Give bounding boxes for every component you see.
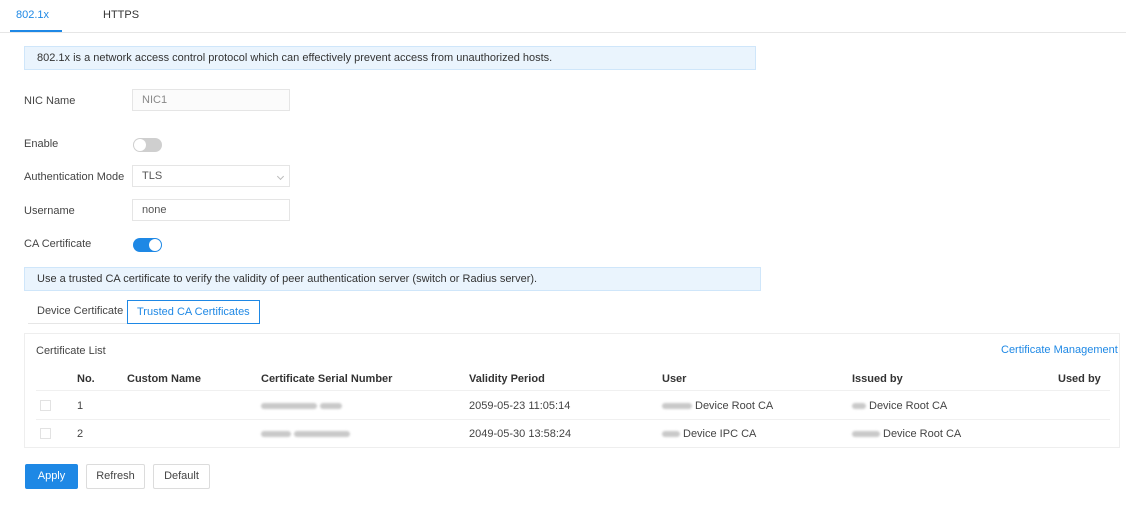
ca-info-text: Use a trusted CA certificate to verify t… — [37, 273, 538, 285]
cell-issued-by-text: Device Root CA — [883, 428, 962, 440]
default-button[interactable]: Default — [153, 464, 210, 489]
ca-info-banner: Use a trusted CA certificate to verify t… — [24, 267, 761, 291]
refresh-button[interactable]: Refresh — [86, 464, 145, 489]
enable-toggle[interactable] — [133, 138, 162, 152]
cell-serial-redacted — [261, 400, 345, 412]
chevron-down-icon — [276, 172, 285, 181]
username-label: Username — [24, 205, 75, 217]
subtab-trusted-ca-certificates[interactable]: Trusted CA Certificates — [127, 300, 260, 324]
ca-certificate-label: CA Certificate — [24, 238, 92, 250]
auth-mode-select[interactable]: TLS — [132, 165, 290, 187]
cell-no: 2 — [77, 428, 84, 440]
nic-name-label: NIC Name — [24, 95, 76, 107]
column-header-serial: Certificate Serial Number — [261, 373, 393, 385]
username-input[interactable]: none — [132, 199, 290, 221]
cell-validity: 2059-05-23 11:05:14 — [469, 400, 571, 412]
cell-serial-redacted — [261, 428, 353, 440]
certificate-management-link[interactable]: Certificate Management — [1001, 344, 1118, 356]
column-header-issued-by: Issued by — [852, 373, 903, 385]
cell-user-text: Device IPC CA — [683, 428, 757, 440]
enable-label: Enable — [24, 138, 59, 150]
column-header-no: No. — [77, 373, 95, 385]
tab-802-1x[interactable]: 802.1x — [16, 9, 49, 21]
cell-user: Device Root CA — [662, 400, 773, 412]
column-header-validity: Validity Period — [469, 373, 545, 385]
auth-mode-label: Authentication Mode — [24, 171, 125, 183]
cell-user: Device IPC CA — [662, 428, 756, 440]
toggle-knob — [134, 139, 146, 151]
row-divider — [36, 419, 1110, 420]
intro-info-banner: 802.1x is a network access control proto… — [24, 46, 756, 70]
auth-mode-value: TLS — [142, 170, 163, 182]
tab-https[interactable]: HTTPS — [103, 9, 139, 21]
column-header-used-by: Used by — [1058, 373, 1101, 385]
subtab-device-certificate[interactable]: Device Certificate — [28, 300, 133, 324]
intro-info-text: 802.1x is a network access control proto… — [37, 52, 553, 64]
column-header-user: User — [662, 373, 687, 385]
ca-certificate-toggle[interactable] — [133, 238, 162, 252]
cell-issued-by: Device Root CA — [852, 400, 947, 412]
row-checkbox[interactable] — [40, 428, 51, 439]
username-value: none — [142, 204, 167, 216]
certificate-list-title: Certificate List — [36, 345, 106, 357]
cell-issued-by-text: Device Root CA — [869, 400, 948, 412]
nic-name-field: NIC1 — [132, 89, 290, 111]
cell-issued-by: Device Root CA — [852, 428, 961, 440]
column-header-custom-name: Custom Name — [127, 373, 201, 385]
header-divider — [36, 390, 1110, 391]
toggle-knob — [149, 239, 161, 251]
nic-name-value: NIC1 — [142, 94, 168, 106]
apply-button[interactable]: Apply — [25, 464, 78, 489]
top-tab-bar: 802.1x HTTPS — [0, 0, 1126, 33]
cell-no: 1 — [77, 400, 84, 412]
cell-user-text: Device Root CA — [695, 400, 774, 412]
active-tab-indicator — [10, 30, 62, 32]
row-checkbox[interactable] — [40, 400, 51, 411]
cell-validity: 2049-05-30 13:58:24 — [469, 428, 572, 440]
